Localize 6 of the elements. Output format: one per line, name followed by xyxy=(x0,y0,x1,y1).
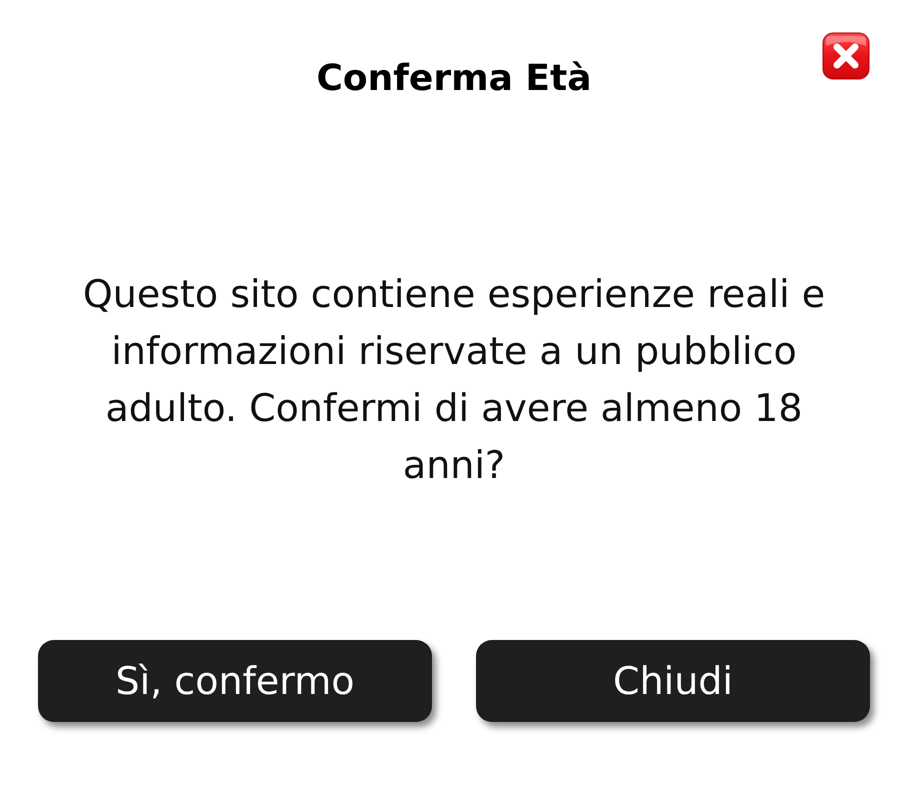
close-button[interactable] xyxy=(822,32,870,80)
confirm-button[interactable]: Sì, confermo xyxy=(38,640,432,722)
close-dialog-button[interactable]: Chiudi xyxy=(476,640,870,722)
age-warning-message: Questo sito contiene esperienze reali e informazioni riservate a un pubblico adulto. Confermi di avere almeno 18 anni? xyxy=(82,271,826,489)
close-icon xyxy=(822,32,870,80)
dialog-title: Conferma Età xyxy=(316,57,592,101)
